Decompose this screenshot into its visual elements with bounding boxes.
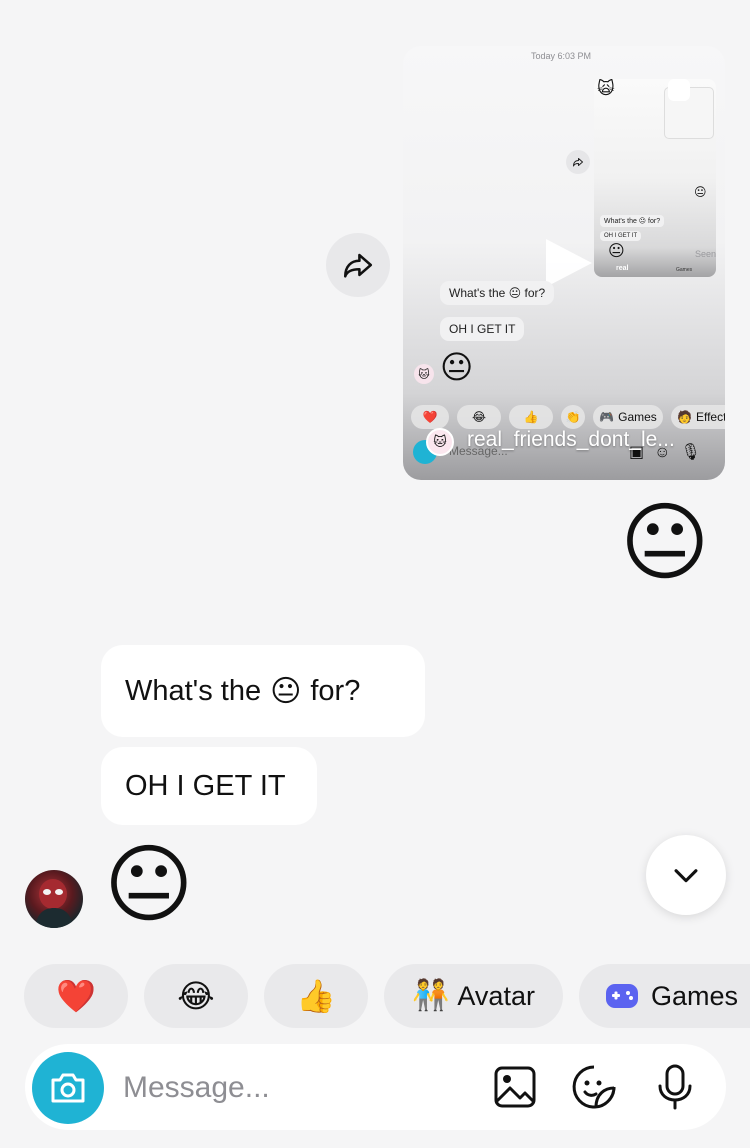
message-text-before: What's the [125,674,262,707]
tiny-bubble-2: OH I GET IT [600,231,642,241]
tiny-bubble-1: What's the 😐 for? [600,215,665,227]
avatar-chip[interactable]: 🧑‍🤝‍🧑 Avatar [384,964,563,1028]
reel-effects-label: Effect [695,410,725,424]
reel-chip-effects: 🧑 Effect [671,405,725,429]
quick-reaction-heart[interactable]: ❤️ [24,964,128,1028]
message-inline-emoji: 😐 [270,674,302,708]
quick-reaction-thumbs-up[interactable]: 👍 [264,964,368,1028]
sender-avatar[interactable] [25,870,83,928]
avatar-chip-label: Avatar [457,980,535,1011]
reel-user-avatar[interactable]: 🐱 [426,428,454,456]
share-arrow-icon [573,158,583,167]
sticker-icon [572,1065,616,1109]
thumbs-up-icon: 👍 [296,978,336,1014]
heart-icon: ❤️ [56,978,96,1014]
message-text-after: for? [310,674,361,707]
camera-icon [51,1073,85,1103]
laughing-emoji-icon: 😂 [177,978,215,1014]
shared-reel-card[interactable]: Today 6:03 PM 😐 What's the 😐 for? OH I G… [403,46,725,480]
microphone-button[interactable] [652,1064,698,1110]
seen-label: Seen [695,249,717,259]
tiny-games-chip: Games [676,267,693,273]
reel-chip-clap: 👏 [561,405,585,429]
reel-chip-heart: ❤️ [411,405,449,429]
games-chip[interactable]: Games [579,964,750,1028]
reel-username[interactable]: real_friends_dont_le... [467,428,675,452]
games-icon: 🎮 [599,410,615,424]
tiny-username: real [616,265,629,272]
scroll-to-bottom-button[interactable] [646,835,726,915]
image-icon [494,1066,536,1108]
avatar-pair-icon: 🧑‍🤝‍🧑 [412,979,450,1012]
quick-reaction-laugh[interactable]: 😂 [144,964,248,1028]
reel-chip-laugh: 😂 [457,405,501,429]
games-chip-label: Games [651,980,739,1011]
reel-sticker-icon: 🐱 [414,364,434,384]
tiny-received-emoji: 😐 [608,243,625,260]
reel-chip-games: 🎮 Games [593,405,663,429]
message-text: OH I GET IT [125,769,286,802]
reel-chip-thumbs: 👍 [509,405,553,429]
play-icon[interactable] [546,239,592,287]
message-composer [25,1044,726,1130]
received-message-1[interactable]: What's the 😐 for? [101,645,425,737]
sticker-button[interactable] [571,1064,617,1110]
camera-button[interactable] [32,1052,104,1124]
gamepad-icon [606,984,638,1008]
reel-bubble-2: OH I GET IT [440,317,525,341]
microphone-icon [658,1064,692,1110]
tiny-face-emoji: 😐 [694,185,707,199]
cat-emoji: 🙀 [597,79,615,98]
share-button[interactable] [326,233,390,297]
received-emoji-message[interactable]: 😐 [104,842,194,928]
avatar-image [35,879,73,928]
sent-emoji-message[interactable]: 😐 [620,500,710,586]
nested-play-icon [668,79,690,101]
message-input[interactable] [121,1064,485,1112]
message-timestamp: Today 6:03 PM [531,51,592,61]
nested-screenshot: 😐 What's the 😐 for? OH I GET IT 😐 real G… [594,79,716,277]
reel-bubble-1: What's the 😐 for? [440,281,555,305]
reel-received-emoji: 😐 [440,349,474,385]
reel-games-label: Games [618,410,657,424]
nested-share-button [566,150,590,174]
gallery-button[interactable] [492,1064,538,1110]
share-arrow-icon [343,253,373,278]
chevron-down-icon [674,869,698,883]
received-message-2[interactable]: OH I GET IT [101,747,317,825]
effects-icon: 🧑 [677,410,692,424]
